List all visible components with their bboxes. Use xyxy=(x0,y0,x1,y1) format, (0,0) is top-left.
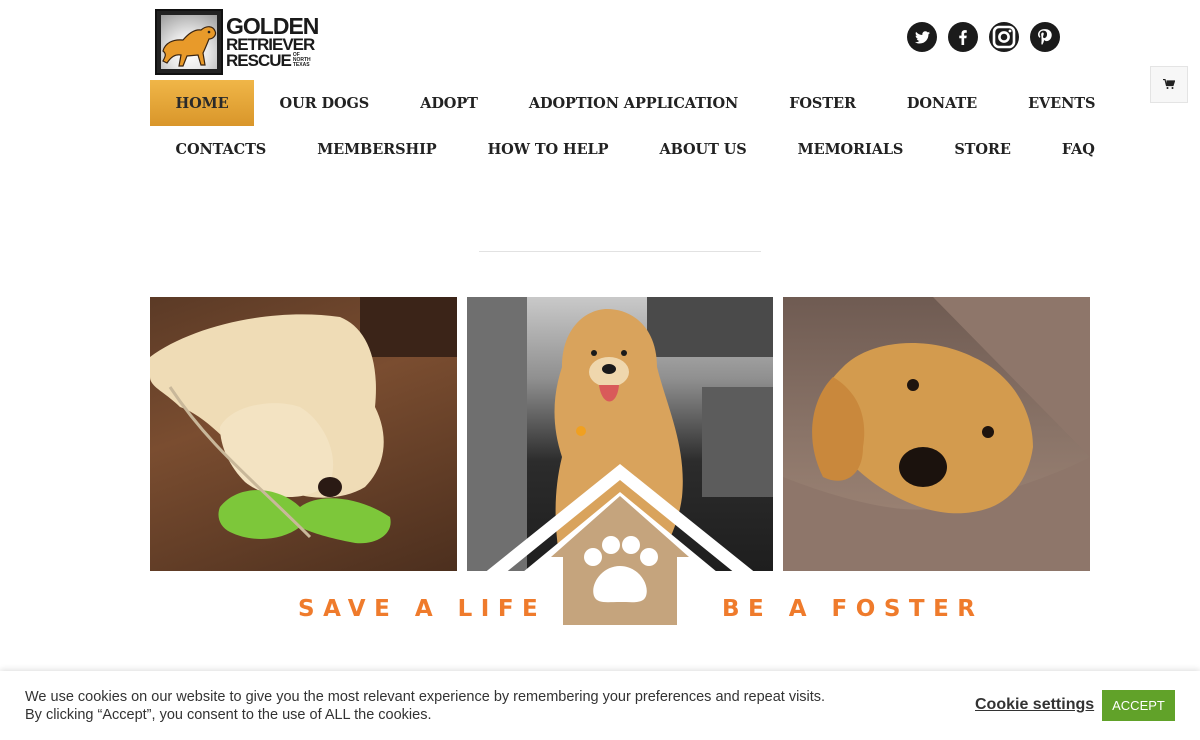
nav-item-contacts[interactable]: CONTACTS xyxy=(150,126,292,172)
instagram-icon[interactable] xyxy=(989,22,1019,52)
nav-item-events[interactable]: EVENTS xyxy=(1003,80,1121,126)
foster-hero-banner[interactable]: SAVE A LIFE BE A FOSTER xyxy=(150,297,1090,637)
nav-item-donate[interactable]: DONATE xyxy=(881,80,1002,126)
nav-item-about-us[interactable]: ABOUT US xyxy=(634,126,772,172)
cookie-consent-bar: We use cookies on our website to give yo… xyxy=(0,671,1200,740)
cart-icon xyxy=(1163,79,1175,89)
nav-item-home[interactable]: HOME xyxy=(150,80,255,126)
nav-item-our-dogs[interactable]: OUR DOGS xyxy=(254,80,395,126)
cookie-message-line-1: We use cookies on our website to give yo… xyxy=(25,689,826,705)
twitter-icon[interactable] xyxy=(907,22,937,52)
facebook-icon[interactable] xyxy=(948,22,978,52)
social-links xyxy=(907,22,1060,52)
nav-row-1: HOME OUR DOGS ADOPT ADOPTION APPLICATION… xyxy=(150,80,1121,126)
logo-wordmark: GOLDEN RETRIEVER RESCUE OF NORTH TEXAS xyxy=(226,12,319,70)
nav-item-membership[interactable]: MEMBERSHIP xyxy=(292,126,462,172)
cookie-message-line-2: By clicking “Accept”, you consent to the… xyxy=(25,707,432,723)
slogan-be-a-foster: BE A FOSTER xyxy=(722,596,984,622)
nav-item-faq[interactable]: FAQ xyxy=(1036,126,1120,172)
cookie-settings-link[interactable]: Cookie settings xyxy=(975,696,1094,714)
nav-item-adoption-application[interactable]: ADOPTION APPLICATION xyxy=(503,80,763,126)
site-logo[interactable]: GOLDEN RETRIEVER RESCUE OF NORTH TEXAS xyxy=(155,8,320,76)
dog-photo-couch xyxy=(783,297,1090,571)
nav-item-store[interactable]: STORE xyxy=(929,126,1037,172)
slogan-save-a-life: SAVE A LIFE xyxy=(298,596,547,622)
cookie-message: We use cookies on our website to give yo… xyxy=(25,688,825,724)
dog-photo-sleeping xyxy=(150,297,457,571)
section-divider xyxy=(479,251,761,252)
nav-item-how-to-help[interactable]: HOW TO HELP xyxy=(462,126,634,172)
nav-item-memorials[interactable]: MEMORIALS xyxy=(772,126,929,172)
accept-cookies-button[interactable]: ACCEPT xyxy=(1102,690,1175,721)
golden-retriever-logo-icon xyxy=(155,9,223,75)
nav-item-adopt[interactable]: ADOPT xyxy=(395,80,504,126)
nav-item-foster[interactable]: FOSTER xyxy=(764,80,882,126)
nav-row-2: CONTACTS MEMBERSHIP HOW TO HELP ABOUT US… xyxy=(150,126,1120,172)
pinterest-icon[interactable] xyxy=(1030,22,1060,52)
cart-button[interactable] xyxy=(1150,66,1188,103)
